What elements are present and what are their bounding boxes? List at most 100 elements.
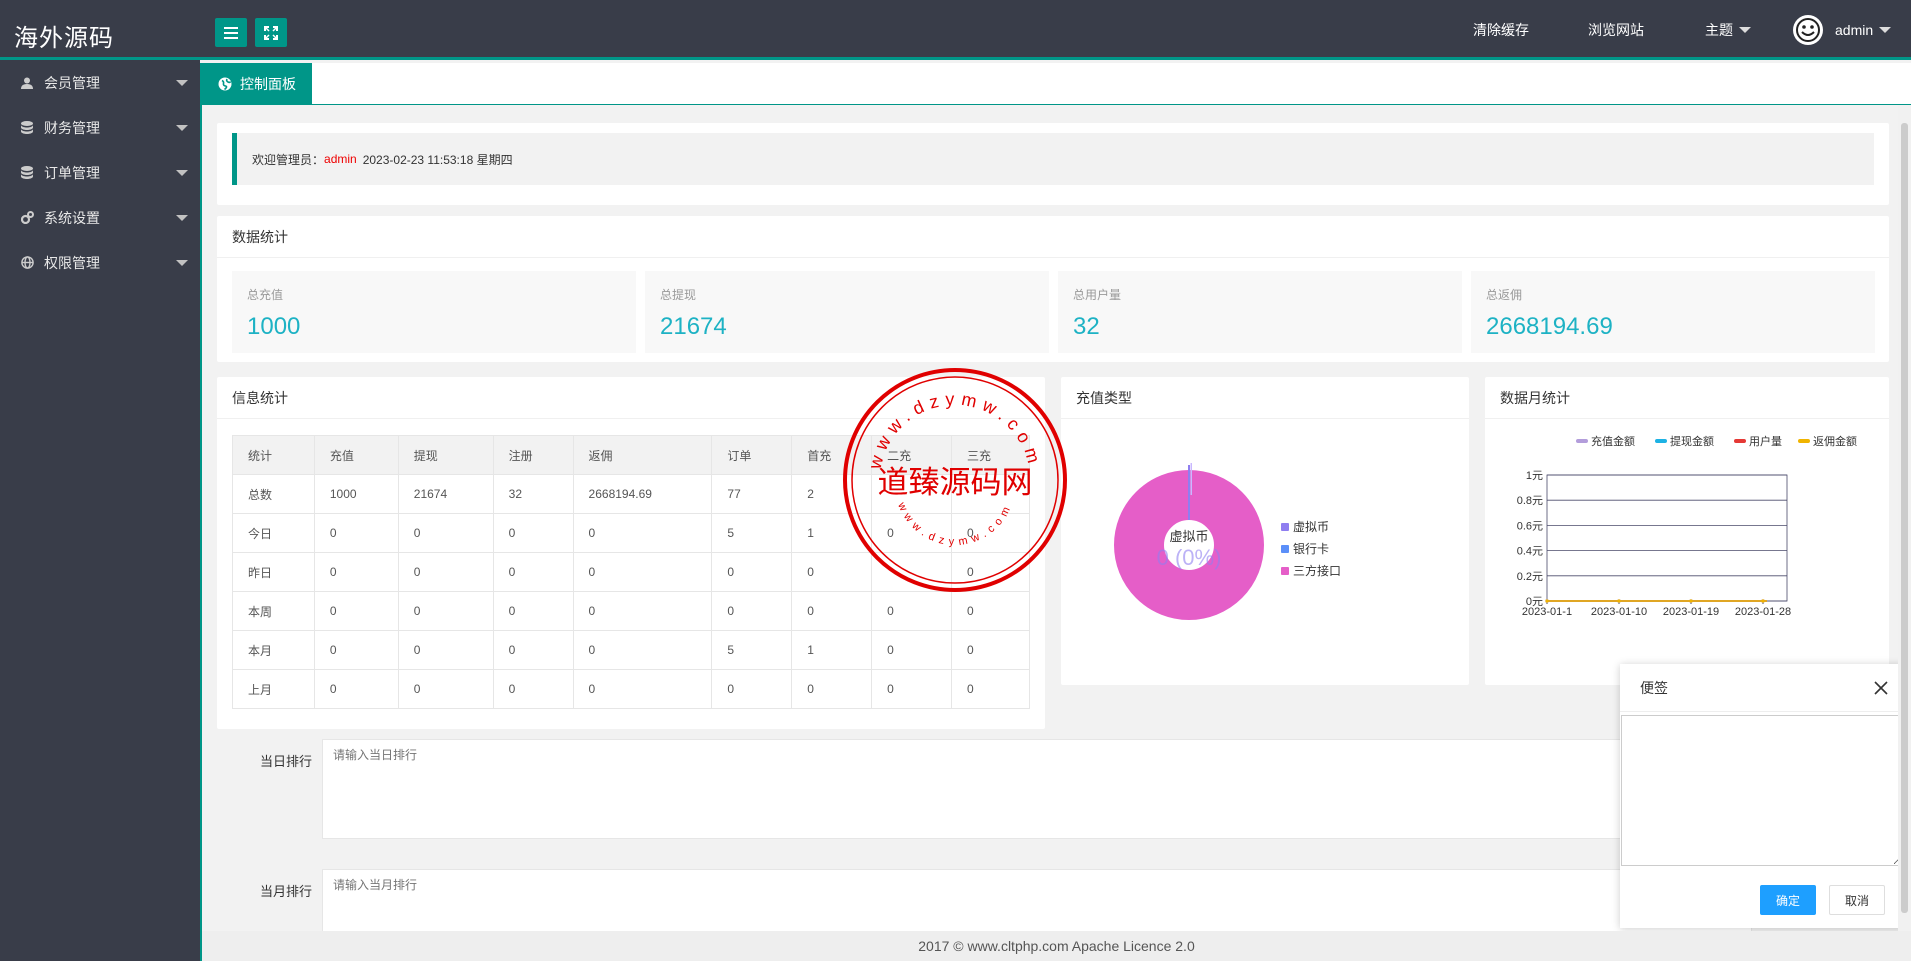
- column-header: 统计: [232, 435, 315, 475]
- table-cell: 0: [871, 630, 953, 670]
- stats-card: 数据统计 总充值 1000 总提现 21674 总用户量 32 总返佣 2668…: [217, 216, 1889, 362]
- user-menu[interactable]: admin: [1793, 0, 1892, 60]
- monthly-ranking-input[interactable]: [322, 869, 1752, 931]
- table-cell: 0: [313, 552, 399, 592]
- table-cell: 77: [711, 474, 793, 514]
- table-cell: 0: [397, 669, 494, 709]
- list-icon: [224, 26, 238, 39]
- table-cell: 0: [397, 630, 494, 670]
- pie-title: 充值类型: [1061, 377, 1469, 419]
- welcome-card: 欢迎管理员： admin 2023-02-23 11:53:18 星期四: [217, 123, 1889, 205]
- stat-total-withdraw: 总提现 21674: [645, 271, 1049, 353]
- data-point[interactable]: [1689, 599, 1693, 603]
- table-cell: 0: [313, 513, 399, 553]
- fullscreen-button[interactable]: [255, 18, 287, 47]
- legend-swatch: [1281, 567, 1289, 575]
- table-row: 上月 0 0 0 0 0 0 0 0: [232, 669, 1030, 709]
- welcome-banner: 欢迎管理员： admin 2023-02-23 11:53:18 星期四: [232, 133, 1874, 185]
- sidebar-item-members[interactable]: 会员管理: [0, 60, 200, 105]
- monthly-line-chart: 充值金额 提现金额 用户量 返佣金额0元0.2元0.4元0.6元0.8元1元2023-…: [1517, 434, 1857, 618]
- welcome-username: admin: [324, 152, 357, 166]
- table-cell: 0: [492, 630, 574, 670]
- browse-site-link[interactable]: 浏览网站: [1588, 0, 1644, 60]
- table-cell: 0: [791, 591, 873, 631]
- watermark-text: 道臻源码网: [878, 465, 1033, 501]
- tab-dashboard[interactable]: 控制面板: [202, 63, 312, 104]
- pie-legend: 虚拟币 银行卡 三方接口: [1281, 520, 1341, 578]
- column-header: 充值: [313, 435, 399, 475]
- table-cell: 2668194.69: [572, 474, 713, 514]
- footer-text: 2017 © www.cltphp.com Apache Licence 2.0: [918, 938, 1195, 954]
- table-cell: 0: [572, 669, 713, 709]
- table-cell: 0: [492, 669, 574, 709]
- legend-item[interactable]: 用户量: [1734, 434, 1782, 448]
- chevron-down-icon: [176, 215, 188, 221]
- table-cell: 5: [711, 630, 793, 670]
- plot-frame: [1546, 474, 1788, 602]
- legend-third-party[interactable]: 三方接口: [1293, 563, 1341, 578]
- stat-total-users: 总用户量 32: [1058, 271, 1462, 353]
- chevron-down-icon: [1739, 27, 1751, 33]
- sidebar-item-settings[interactable]: 系统设置: [0, 195, 200, 240]
- daily-ranking-label: 当日排行: [259, 754, 312, 769]
- pie-slice-virtual[interactable]: [1188, 465, 1190, 520]
- chevron-down-icon: [176, 80, 188, 86]
- memo-title: 便签: [1620, 664, 1904, 712]
- table-cell: 0: [572, 630, 713, 670]
- scrollbar-thumb[interactable]: [1901, 123, 1908, 913]
- clear-cache-link[interactable]: 清除缓存: [1473, 0, 1529, 60]
- main-scrollbar[interactable]: [1898, 105, 1911, 931]
- menu-toggle-button[interactable]: [215, 18, 247, 47]
- x-tick-label: 2023-01-1: [1522, 606, 1572, 618]
- chevron-down-icon: [1879, 27, 1892, 33]
- sidebar-item-finance[interactable]: 财务管理: [0, 105, 200, 150]
- legend-item[interactable]: 提现金额: [1655, 434, 1714, 448]
- table-cell: 0: [313, 669, 399, 709]
- sidebar-item-orders[interactable]: 订单管理: [0, 150, 200, 195]
- database-icon: [20, 166, 34, 180]
- stat-total-recharge: 总充值 1000: [232, 271, 636, 353]
- table-cell: 0: [791, 669, 873, 709]
- daily-ranking-input[interactable]: [322, 739, 1752, 839]
- data-point[interactable]: [1617, 599, 1621, 603]
- x-tick-label: 2023-01-19: [1663, 606, 1719, 618]
- column-header: 返佣: [572, 435, 713, 475]
- y-tick-label: 0.8元: [1517, 495, 1543, 507]
- chevron-down-icon: [176, 170, 188, 176]
- data-point[interactable]: [1545, 599, 1549, 603]
- smiley-icon: [1796, 18, 1820, 42]
- data-point[interactable]: [1761, 599, 1765, 603]
- table-cell: 0: [397, 591, 494, 631]
- theme-dropdown[interactable]: 主题: [1705, 0, 1751, 60]
- table-cell: 0: [492, 552, 574, 592]
- table-cell: 昨日: [232, 552, 315, 592]
- database-icon: [20, 121, 34, 135]
- sidebar: 会员管理 财务管理 订单管理 系统设置 权限管理: [0, 60, 200, 961]
- legend-item[interactable]: 返佣金额: [1798, 434, 1857, 448]
- legend-swatch: [1576, 439, 1588, 443]
- app-logo[interactable]: 海外源码: [14, 18, 114, 53]
- globe-icon: [20, 256, 34, 270]
- table-cell: 今日: [232, 513, 315, 553]
- table-cell: 本周: [232, 591, 315, 631]
- sidebar-item-permissions[interactable]: 权限管理: [0, 240, 200, 285]
- expand-icon: [264, 25, 278, 40]
- table-cell: 0: [572, 591, 713, 631]
- legend-label: 充值金额: [1591, 434, 1635, 448]
- legend-label: 提现金额: [1670, 434, 1714, 448]
- memo-textarea[interactable]: [1621, 715, 1903, 866]
- top-header: 海外源码 清除缓存 浏览网站 主题 admin: [0, 0, 1911, 60]
- table-cell: 32: [492, 474, 574, 514]
- legend-item[interactable]: 充值金额: [1576, 434, 1635, 448]
- memo-confirm-button[interactable]: 确定: [1760, 885, 1816, 915]
- table-cell: 总数: [232, 474, 315, 514]
- table-cell: 1000: [313, 474, 399, 514]
- memo-cancel-button[interactable]: 取消: [1829, 885, 1885, 915]
- footer: 2017 © www.cltphp.com Apache Licence 2.0: [200, 931, 1911, 961]
- table-cell: 0: [951, 591, 1030, 631]
- legend-virtual[interactable]: 虚拟币: [1293, 520, 1329, 534]
- close-icon[interactable]: [1872, 679, 1890, 697]
- table-cell: 0: [397, 552, 494, 592]
- watermark-url-top: www.dzymw.com: [864, 389, 1045, 472]
- legend-bank[interactable]: 银行卡: [1293, 542, 1329, 556]
